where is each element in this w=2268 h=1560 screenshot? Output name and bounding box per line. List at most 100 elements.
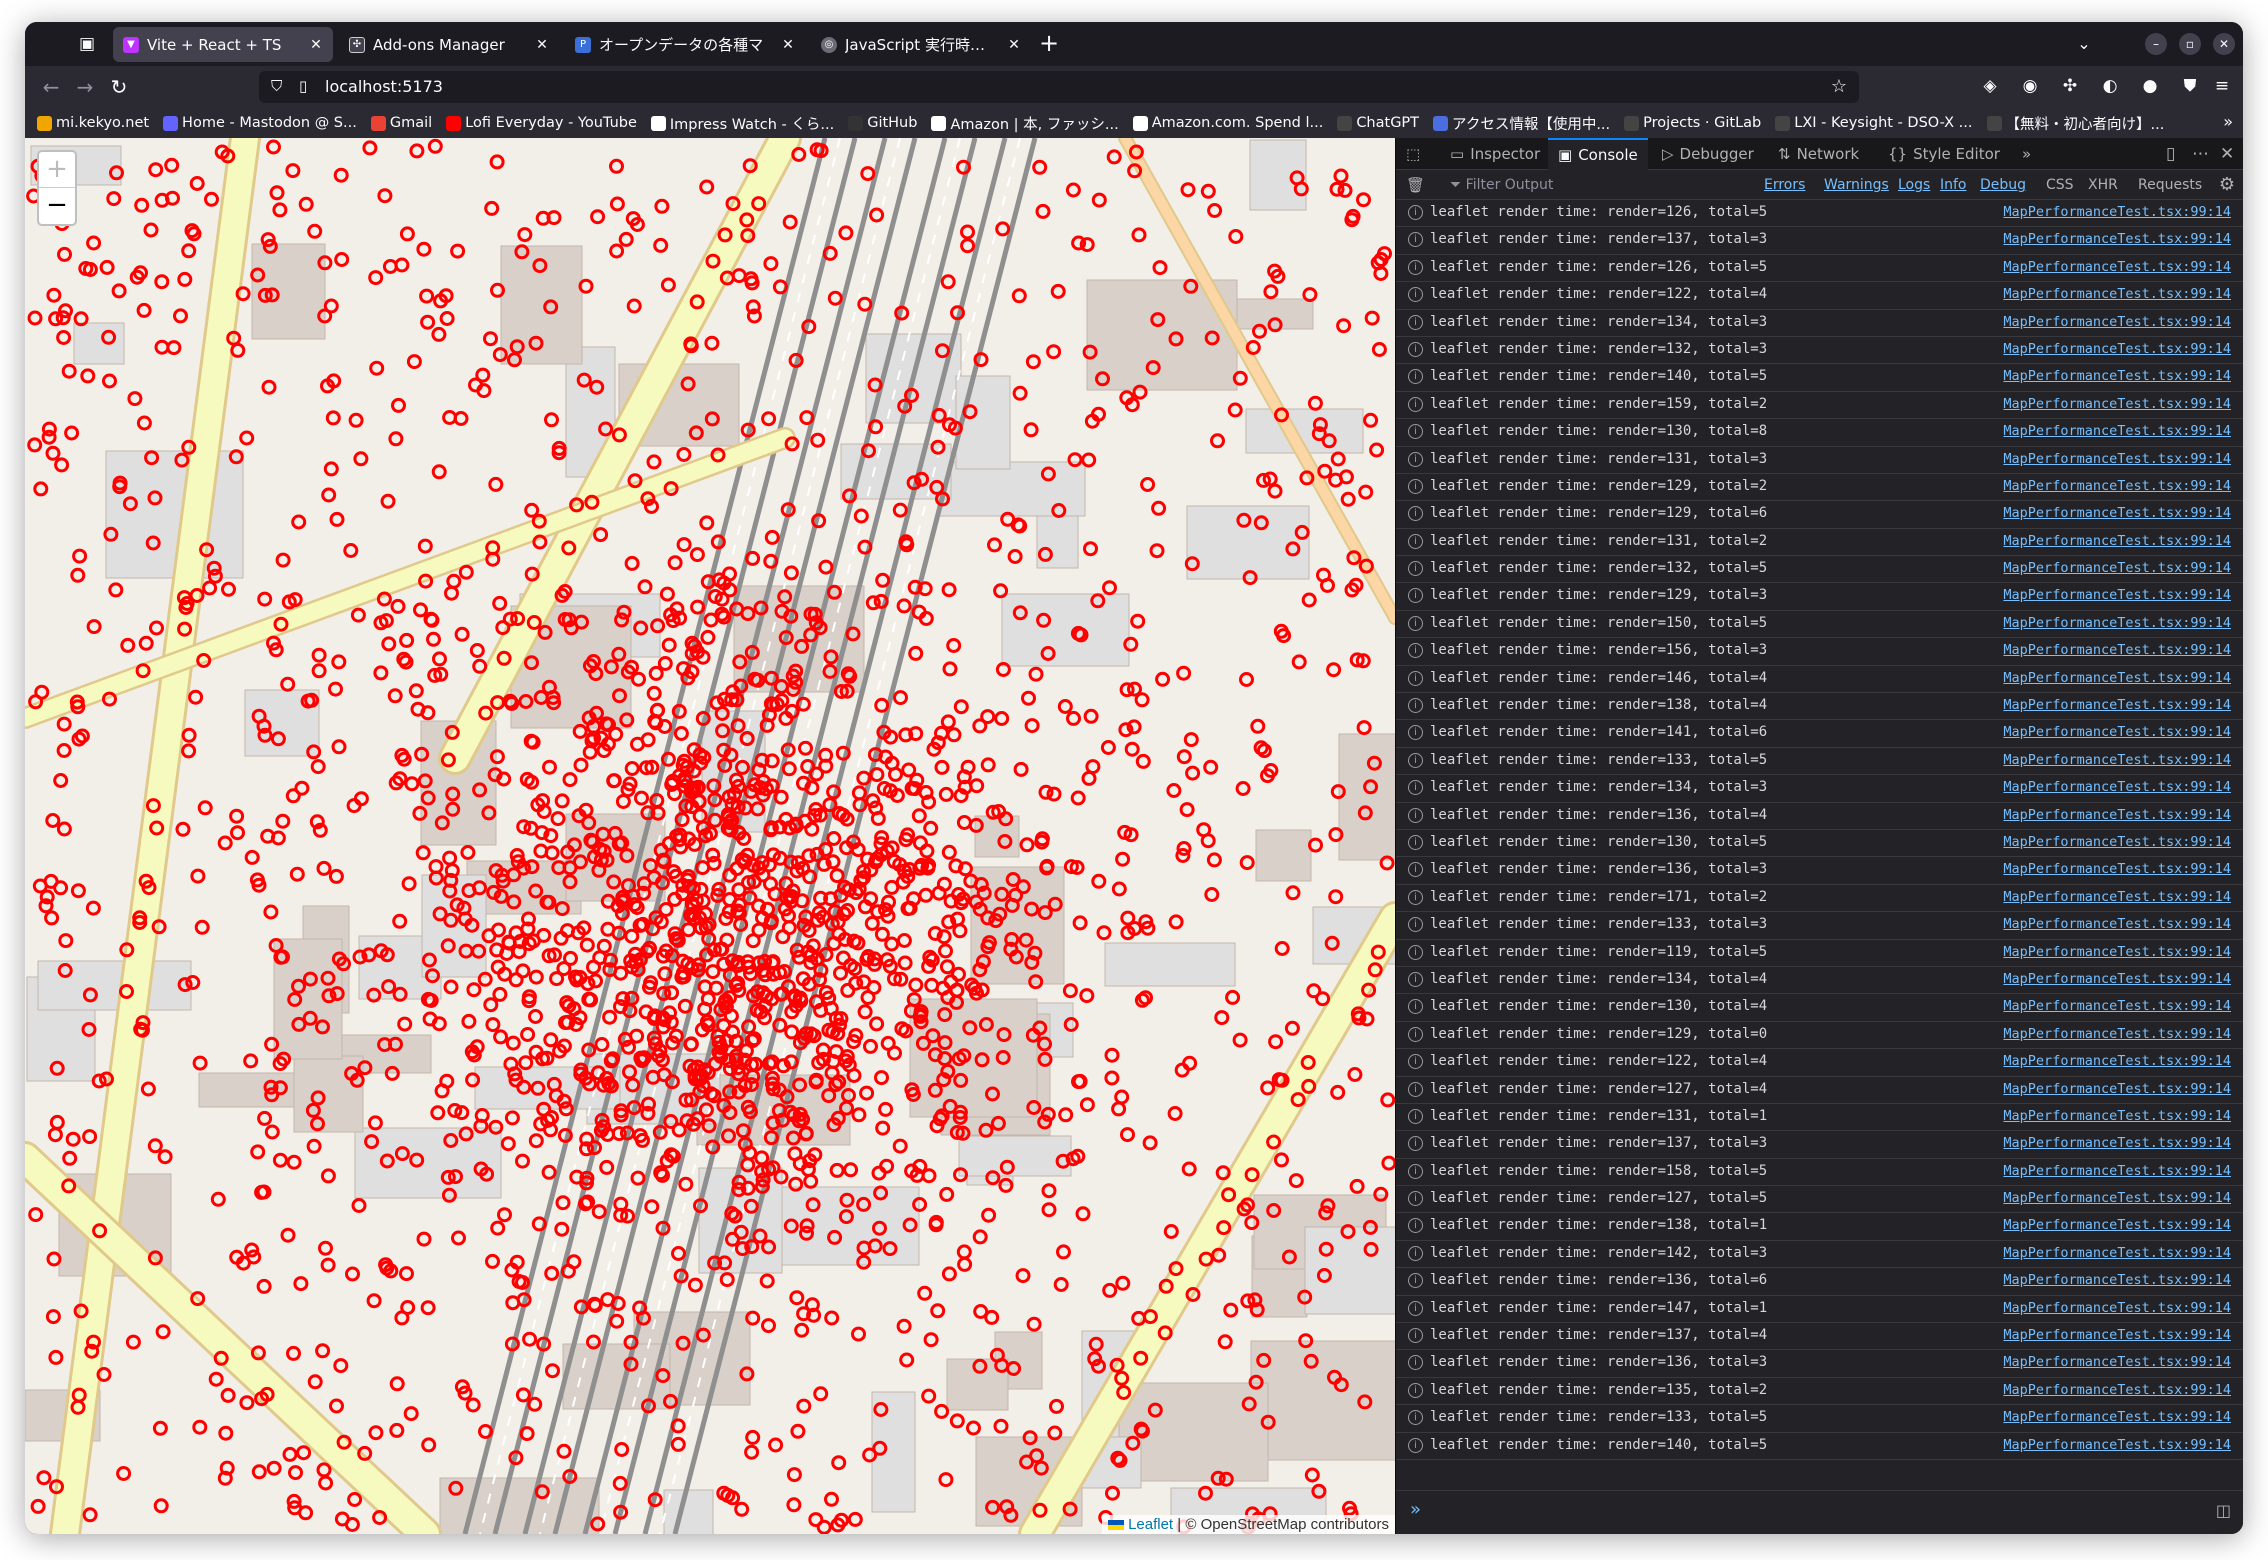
map-marker[interactable] — [1268, 1034, 1284, 1050]
map-marker[interactable] — [28, 1207, 44, 1223]
map-marker[interactable] — [875, 572, 891, 588]
map-marker[interactable] — [829, 868, 845, 884]
map-marker[interactable] — [64, 425, 80, 441]
map-marker[interactable] — [630, 1170, 646, 1186]
map-marker[interactable] — [980, 757, 996, 773]
map-marker[interactable] — [1028, 666, 1044, 682]
map-marker[interactable] — [166, 340, 182, 356]
map-marker[interactable] — [46, 1251, 62, 1267]
map-marker[interactable] — [311, 647, 327, 663]
map-marker[interactable] — [1369, 442, 1385, 458]
map-marker[interactable] — [1306, 983, 1322, 999]
map-marker[interactable] — [1085, 759, 1101, 775]
map-marker[interactable] — [593, 527, 609, 543]
map-marker[interactable] — [27, 437, 43, 453]
map-marker[interactable] — [1228, 229, 1244, 244]
map-marker[interactable] — [488, 476, 504, 492]
map-marker[interactable] — [541, 1164, 557, 1180]
log-source-link[interactable]: MapPerformanceTest.tsx:99:14 — [2003, 1327, 2231, 1343]
map-marker[interactable] — [609, 1313, 625, 1329]
map-marker[interactable] — [1046, 786, 1062, 802]
tab-style-editor[interactable]: {} Style Editor — [1888, 138, 2000, 170]
map-marker[interactable] — [624, 555, 640, 571]
map-marker[interactable] — [1210, 433, 1225, 449]
map-marker[interactable] — [573, 757, 589, 773]
log-source-link[interactable]: MapPerformanceTest.tsx:99:14 — [2003, 615, 2231, 631]
map-marker[interactable] — [1104, 1047, 1120, 1063]
log-source-link[interactable]: MapPerformanceTest.tsx:99:14 — [2003, 478, 2231, 494]
map-marker[interactable] — [917, 1285, 933, 1301]
map-marker[interactable] — [451, 1230, 466, 1246]
log-source-link[interactable]: MapPerformanceTest.tsx:99:14 — [2003, 533, 2231, 549]
map-marker[interactable] — [555, 1195, 571, 1211]
map-marker[interactable] — [106, 191, 122, 207]
log-source-link[interactable]: MapPerformanceTest.tsx:99:14 — [2003, 259, 2231, 275]
filter-debug[interactable]: Debug — [1980, 177, 2026, 193]
map-marker[interactable] — [994, 711, 1010, 726]
map-marker[interactable] — [946, 638, 962, 653]
map-marker[interactable] — [286, 1154, 302, 1170]
map-marker[interactable] — [343, 543, 359, 558]
map-marker[interactable] — [658, 902, 674, 917]
map-marker[interactable] — [921, 1388, 937, 1404]
map-marker[interactable] — [1114, 1089, 1130, 1105]
map-marker[interactable] — [57, 246, 72, 262]
map-marker[interactable] — [1142, 1135, 1158, 1151]
map-marker[interactable] — [229, 808, 245, 824]
map-marker[interactable] — [934, 759, 950, 775]
map-marker[interactable] — [594, 1037, 610, 1052]
map-marker[interactable] — [626, 298, 642, 314]
map-marker[interactable] — [1203, 759, 1219, 775]
map-marker[interactable] — [394, 1310, 410, 1326]
zoom-in-button[interactable]: + — [39, 152, 75, 188]
map-marker[interactable] — [851, 1107, 867, 1123]
map-marker[interactable] — [390, 598, 406, 614]
map-marker[interactable] — [956, 1244, 972, 1260]
map-marker[interactable] — [1104, 1070, 1120, 1086]
map-marker[interactable] — [48, 1349, 64, 1365]
map-marker[interactable] — [615, 794, 631, 809]
map-marker[interactable] — [373, 665, 389, 681]
map-marker[interactable] — [54, 457, 70, 473]
map-marker[interactable] — [218, 1425, 234, 1441]
map-marker[interactable] — [829, 1162, 845, 1178]
map-marker[interactable] — [946, 727, 962, 743]
bookmark-item[interactable]: LXI - Keysight - DSO-X ... — [1775, 115, 1973, 131]
map-marker[interactable] — [1013, 761, 1029, 777]
map-marker[interactable] — [263, 904, 279, 920]
map-marker[interactable] — [307, 1374, 323, 1390]
dock-side-icon[interactable]: ▯ — [2166, 144, 2175, 164]
map-marker[interactable] — [155, 1324, 171, 1340]
map-marker[interactable] — [1181, 1161, 1197, 1177]
map-marker[interactable] — [72, 548, 88, 564]
map-marker[interactable] — [1056, 1244, 1071, 1260]
map-marker[interactable] — [344, 1517, 360, 1532]
map-marker[interactable] — [466, 982, 482, 998]
map-marker[interactable] — [960, 224, 975, 240]
map-marker[interactable] — [1026, 1316, 1042, 1332]
map-marker[interactable] — [387, 688, 403, 704]
map-marker[interactable] — [416, 1231, 432, 1247]
map-marker[interactable] — [1176, 749, 1192, 765]
log-source-link[interactable]: MapPerformanceTest.tsx:99:14 — [2003, 231, 2231, 247]
map-marker[interactable] — [280, 1227, 296, 1243]
map-marker[interactable] — [430, 1105, 446, 1121]
map-marker[interactable] — [1041, 1202, 1057, 1218]
new-tab-button[interactable]: + — [1035, 30, 1063, 58]
map-marker[interactable] — [46, 287, 62, 303]
map-marker[interactable] — [520, 1027, 536, 1042]
log-source-link[interactable]: MapPerformanceTest.tsx:99:14 — [2003, 314, 2231, 330]
map-marker[interactable] — [1301, 592, 1317, 608]
map-marker[interactable] — [908, 645, 924, 661]
map-marker[interactable] — [399, 1266, 414, 1282]
map-marker[interactable] — [369, 360, 385, 376]
map-marker[interactable] — [993, 1418, 1009, 1434]
map-marker[interactable] — [700, 629, 716, 645]
map-marker[interactable] — [483, 331, 498, 347]
map-marker[interactable] — [1217, 1334, 1233, 1350]
map-marker[interactable] — [421, 1437, 437, 1453]
map-marker[interactable] — [323, 298, 339, 314]
map-marker[interactable] — [154, 274, 170, 290]
map-marker[interactable] — [1381, 1155, 1395, 1171]
map-marker[interactable] — [923, 1332, 939, 1348]
